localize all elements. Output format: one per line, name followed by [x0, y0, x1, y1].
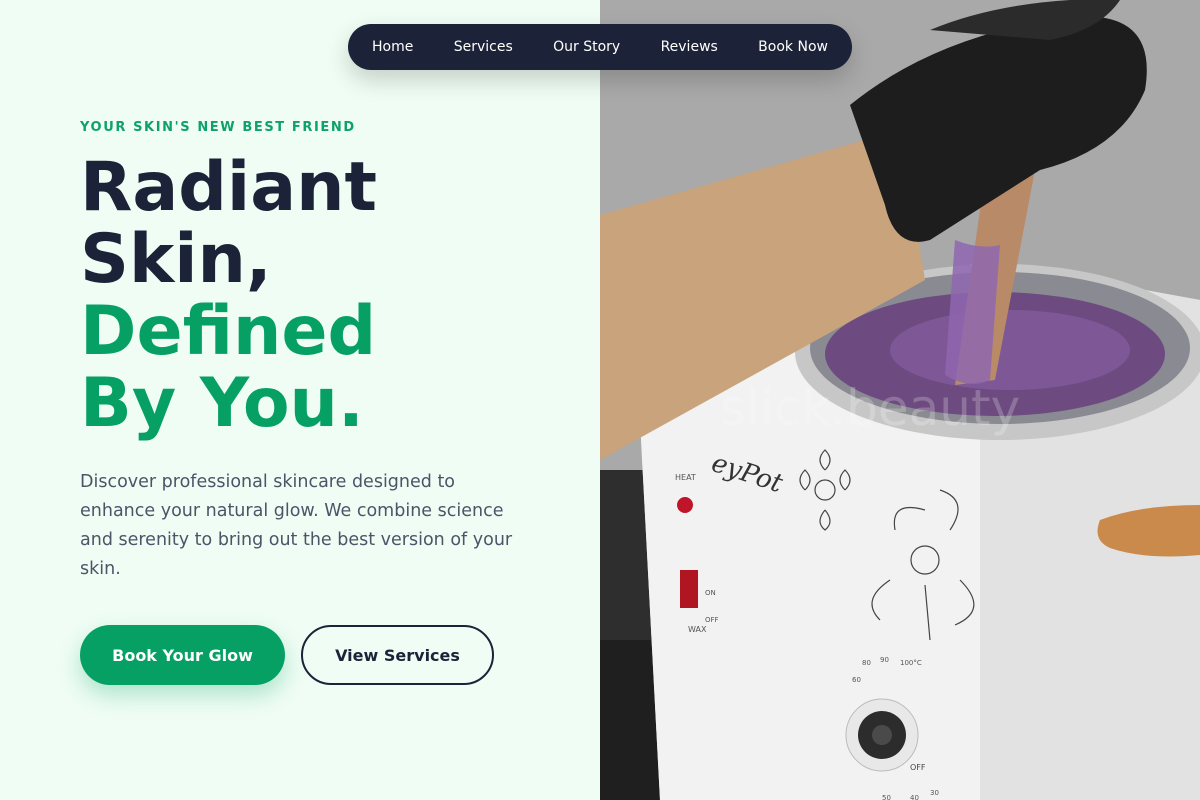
dial-tick-label: 40 — [910, 794, 919, 800]
headline-line-3: Defined — [80, 292, 377, 371]
dial-off-label: OFF — [910, 763, 926, 772]
main-nav: Home Services Our Story Reviews Book Now — [348, 24, 852, 70]
nav-reviews[interactable]: Reviews — [661, 39, 718, 55]
nav-home[interactable]: Home — [372, 39, 413, 55]
switch-on-label: ON — [705, 589, 716, 597]
dial-tick-label: 80 — [862, 659, 871, 667]
headline-line-4: By You. — [80, 364, 364, 443]
watermark-text: slick.beauty — [720, 379, 1020, 437]
hero-eyebrow: YOUR SKIN'S NEW BEST FRIEND — [80, 120, 356, 135]
view-services-button[interactable]: View Services — [301, 625, 494, 685]
headline-line-2: Skin, — [80, 220, 272, 299]
nav-our-story[interactable]: Our Story — [553, 39, 620, 55]
dial-tick-label: 50 — [882, 794, 891, 800]
nav-book-now[interactable]: Book Now — [758, 39, 828, 55]
wax-warmer-illustration: HEAT ON OFF WAX eyPot OFF 30 40 50 60 80… — [600, 0, 1200, 800]
wax-label: WAX — [688, 625, 707, 634]
dial-tick-label: 100°C — [900, 659, 922, 667]
dial-tick-label: 30 — [930, 789, 939, 797]
headline-line-1: Radiant — [80, 148, 378, 227]
hero-text-panel: YOUR SKIN'S NEW BEST FRIEND Radiant Skin… — [0, 0, 600, 800]
nav-services[interactable]: Services — [454, 39, 513, 55]
book-your-glow-button[interactable]: Book Your Glow — [80, 625, 285, 685]
hero-photo: HEAT ON OFF WAX eyPot OFF 30 40 50 60 80… — [600, 0, 1200, 800]
hero-description: Discover professional skincare designed … — [80, 472, 513, 579]
heat-label: HEAT — [675, 473, 696, 482]
hero-headline: Radiant Skin, Defined By You. — [80, 152, 580, 440]
dial-tick-label: 90 — [880, 656, 889, 664]
switch-off-label: OFF — [705, 616, 719, 624]
dial-tick-label: 60 — [852, 676, 861, 684]
